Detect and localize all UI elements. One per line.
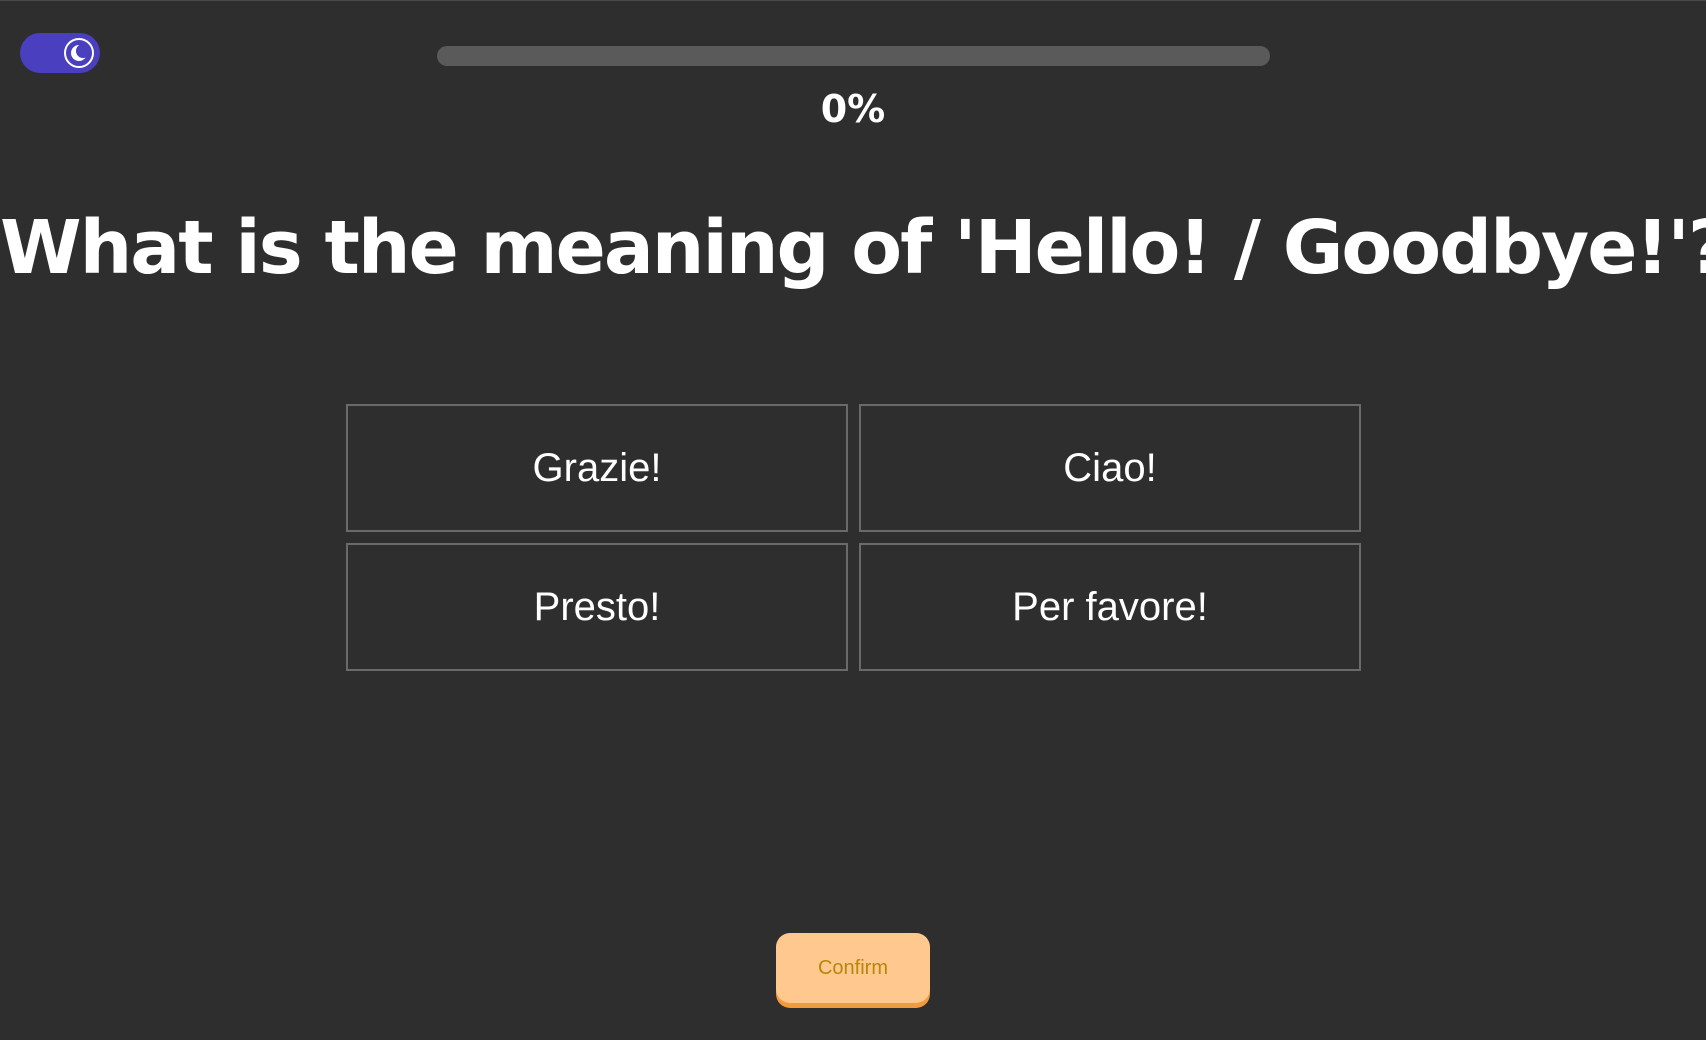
confirm-button[interactable]: Confirm — [776, 933, 930, 1003]
answer-option[interactable]: Grazie! — [346, 404, 848, 532]
toggle-knob — [64, 38, 94, 68]
answer-option[interactable]: Presto! — [346, 543, 848, 671]
answer-option[interactable]: Per favore! — [859, 543, 1361, 671]
quiz-page: 0% What is the meaning of 'Hello! / Good… — [0, 0, 1706, 1040]
progress-bar — [437, 46, 1270, 66]
question-title: What is the meaning of 'Hello! / Goodbye… — [0, 205, 1706, 291]
progress-percentage: 0% — [820, 87, 886, 131]
theme-toggle[interactable] — [20, 33, 100, 73]
moon-icon — [69, 43, 90, 63]
answer-options: Grazie! Ciao! Presto! Per favore! — [346, 404, 1361, 671]
answer-option[interactable]: Ciao! — [859, 404, 1361, 532]
